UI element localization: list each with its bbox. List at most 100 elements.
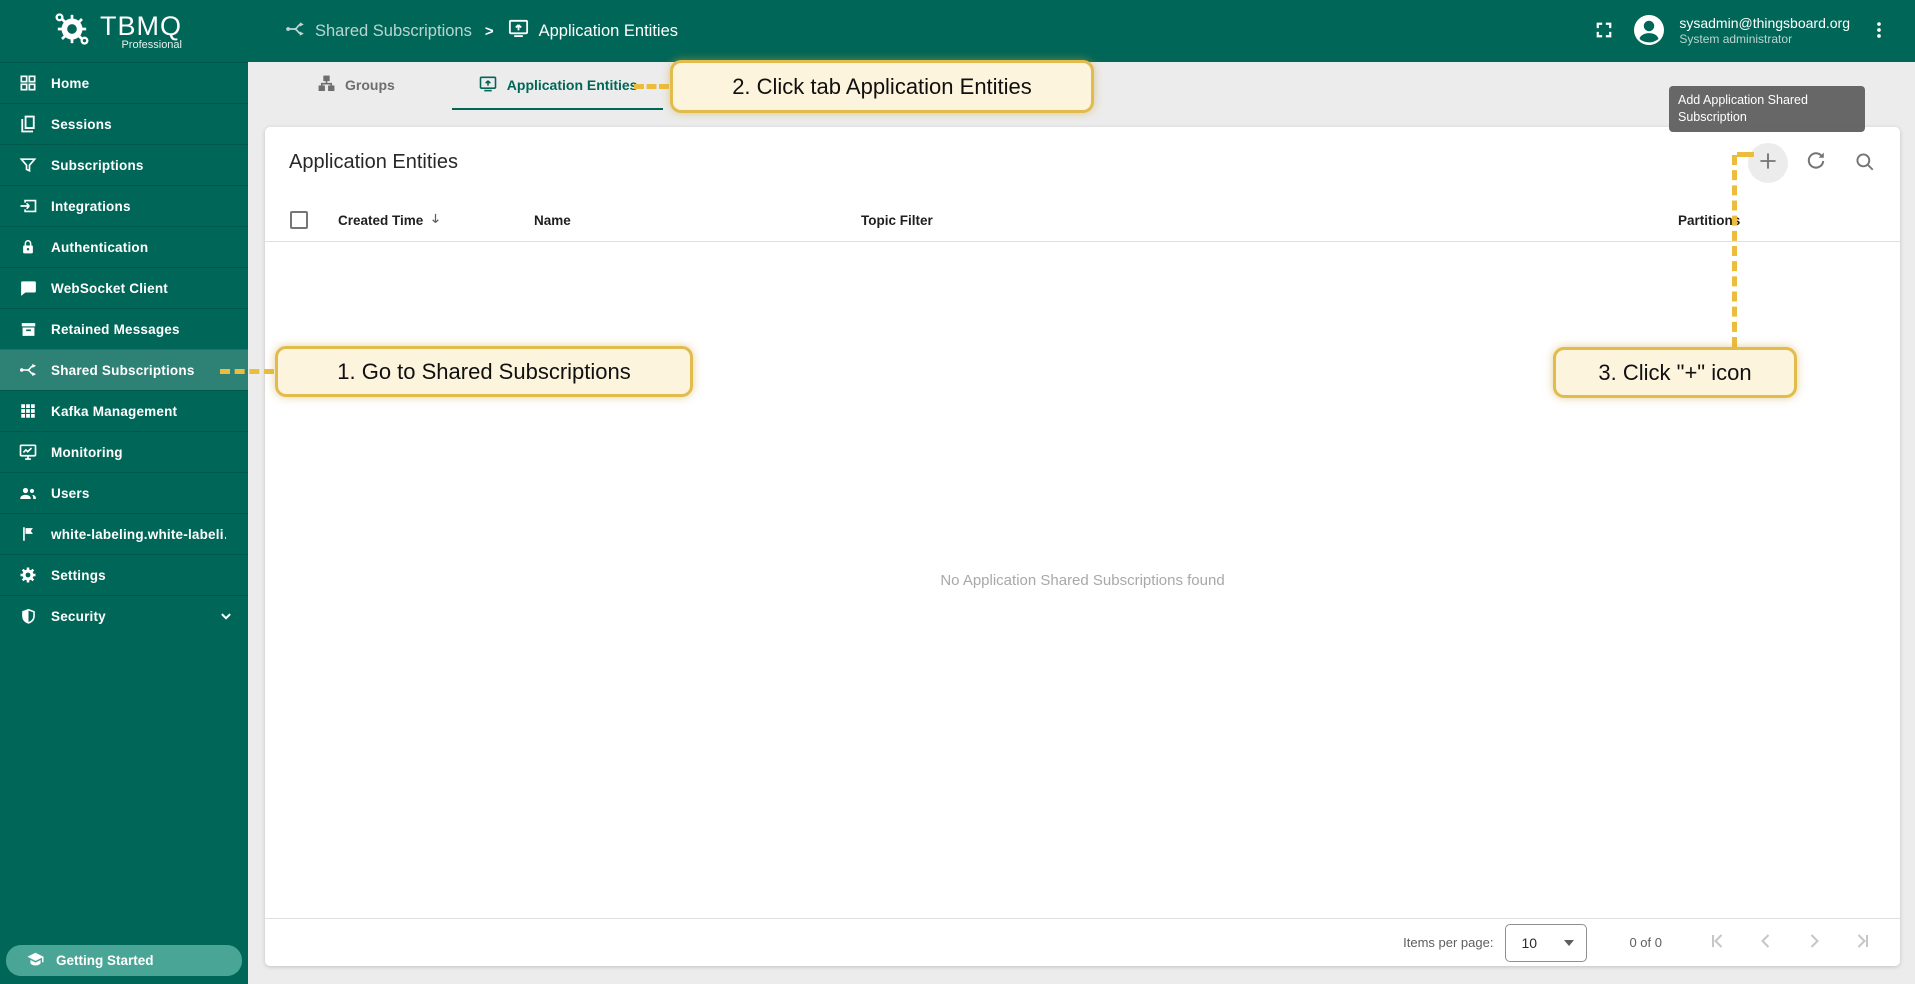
previous-page-button[interactable] [1746, 923, 1786, 963]
monitor-chart-icon [18, 442, 38, 462]
sidebar-item-kafka-management[interactable]: Kafka Management [0, 390, 248, 431]
fullscreen-button[interactable] [1593, 19, 1615, 44]
select-all-checkbox[interactable] [290, 211, 308, 229]
hierarchy-icon [317, 74, 336, 96]
first-page-button[interactable] [1698, 923, 1738, 963]
user-role: System administrator [1679, 32, 1850, 47]
empty-state-text: No Application Shared Subscriptions foun… [940, 572, 1224, 589]
breadcrumb-application-entities[interactable]: Application Entities [507, 17, 678, 45]
flag-icon [18, 524, 38, 544]
connector-line-step3-horizontal [1737, 152, 1754, 157]
table-body: No Application Shared Subscriptions foun… [265, 242, 1900, 918]
first-page-icon [1706, 929, 1730, 956]
breadcrumb-shared-subscriptions[interactable]: Shared Subscriptions [284, 18, 472, 45]
more-menu-button[interactable] [1868, 19, 1890, 44]
chat-bubble-icon [18, 278, 38, 298]
add-button-tooltip: Add Application Shared Subscription [1669, 86, 1865, 132]
next-page-button[interactable] [1794, 923, 1834, 963]
apps-grid-icon [18, 401, 38, 421]
application-entities-icon [507, 17, 530, 45]
chevron-right-icon [1802, 929, 1826, 956]
column-header-partitions[interactable]: Partitions [1678, 198, 1740, 242]
sidebar-item-settings[interactable]: Settings [0, 554, 248, 595]
annotation-step-3: 3. Click "+" icon [1553, 347, 1797, 398]
refresh-icon [1804, 149, 1828, 176]
home-grid-icon [18, 73, 38, 93]
shared-subscriptions-icon [18, 360, 38, 380]
breadcrumb: Shared Subscriptions > Application Entit… [284, 17, 678, 45]
plus-icon [1755, 148, 1781, 177]
refresh-button[interactable] [1796, 143, 1836, 183]
gear-icon [18, 565, 38, 585]
application-entities-icon [478, 74, 498, 97]
filter-icon [18, 155, 38, 175]
chevron-left-icon [1754, 929, 1778, 956]
people-icon [18, 483, 38, 503]
breadcrumb-separator: > [485, 23, 494, 40]
select-dropdown-arrow-icon [1564, 940, 1574, 946]
items-per-page-select[interactable]: 10 [1505, 924, 1587, 962]
column-header-created-time[interactable]: Created Time [338, 198, 443, 242]
sidebar-item-authentication[interactable]: Authentication [0, 226, 248, 267]
logo-text: TBMQ [100, 11, 182, 42]
connector-line-step2 [634, 84, 669, 89]
sidebar-item-retained-messages[interactable]: Retained Messages [0, 308, 248, 349]
graduation-cap-icon [26, 950, 45, 972]
application-entities-panel: Application Entities Created Time [265, 127, 1900, 966]
page-range-label: 0 of 0 [1629, 935, 1662, 950]
sidebar-item-subscriptions[interactable]: Subscriptions [0, 144, 248, 185]
table-header-row: Created Time Name Topic Filter Partition… [265, 198, 1900, 242]
more-vert-icon [1868, 19, 1890, 44]
lock-icon [18, 237, 38, 257]
panel-toolbar [1748, 143, 1884, 183]
annotation-step-1: 1. Go to Shared Subscriptions [275, 346, 693, 397]
panel-title: Application Entities [289, 151, 458, 174]
shield-icon [18, 606, 38, 626]
sort-desc-icon [428, 211, 443, 229]
items-per-page-label: Items per page: [1403, 935, 1493, 950]
input-icon [18, 196, 38, 216]
last-page-button[interactable] [1842, 923, 1882, 963]
user-info[interactable]: sysadmin@thingsboard.org System administ… [1679, 15, 1850, 48]
archive-icon [18, 319, 38, 339]
sidebar-item-home[interactable]: Home [0, 62, 248, 103]
sessions-icon [18, 114, 38, 134]
connector-line-step1 [220, 369, 274, 374]
annotation-step-2: 2. Click tab Application Entities [670, 60, 1094, 113]
connector-line-step3-vertical [1732, 155, 1737, 347]
sidebar-item-users[interactable]: Users [0, 472, 248, 513]
add-button[interactable] [1748, 143, 1788, 183]
pager-controls [1690, 923, 1882, 963]
column-header-topic-filter[interactable]: Topic Filter [861, 198, 933, 242]
fullscreen-icon [1593, 19, 1615, 44]
table-paginator: Items per page: 10 0 of 0 [265, 918, 1900, 966]
account-circle-icon [1631, 12, 1667, 51]
column-header-name[interactable]: Name [534, 198, 571, 242]
user-email: sysadmin@thingsboard.org [1679, 15, 1850, 33]
app-logo[interactable]: TBMQ Professional [0, 9, 248, 54]
top-header: TBMQ Professional Shared Subscriptions > [0, 0, 1915, 62]
sidebar-item-security[interactable]: Security [0, 595, 248, 636]
tbmq-gear-logo-icon [52, 9, 92, 54]
sidebar-item-sessions[interactable]: Sessions [0, 103, 248, 144]
tab-groups[interactable]: Groups [300, 62, 412, 110]
sidebar-item-white-labeling[interactable]: white-labeling.white-labeli… [0, 513, 248, 554]
user-avatar-button[interactable] [1631, 12, 1667, 51]
sidebar: Home Sessions Subscriptions Integrations… [0, 62, 248, 984]
sidebar-item-websocket-client[interactable]: WebSocket Client [0, 267, 248, 308]
sidebar-item-monitoring[interactable]: Monitoring [0, 431, 248, 472]
app-window: TBMQ Professional Shared Subscriptions > [0, 0, 1915, 984]
search-icon [1853, 150, 1876, 176]
getting-started-button[interactable]: Getting Started [6, 945, 242, 976]
chevron-down-icon[interactable] [217, 607, 235, 625]
shared-subscriptions-icon [284, 18, 306, 45]
panel-header: Application Entities [265, 127, 1900, 198]
sidebar-item-integrations[interactable]: Integrations [0, 185, 248, 226]
header-right-controls: sysadmin@thingsboard.org System administ… [1593, 12, 1915, 51]
main-content: Groups Application Entities Application … [248, 62, 1915, 984]
tab-application-entities[interactable]: Application Entities [452, 62, 664, 110]
sidebar-item-shared-subscriptions[interactable]: Shared Subscriptions [0, 349, 248, 390]
logo-subtext: Professional [121, 39, 182, 51]
search-button[interactable] [1844, 143, 1884, 183]
last-page-icon [1850, 929, 1874, 956]
